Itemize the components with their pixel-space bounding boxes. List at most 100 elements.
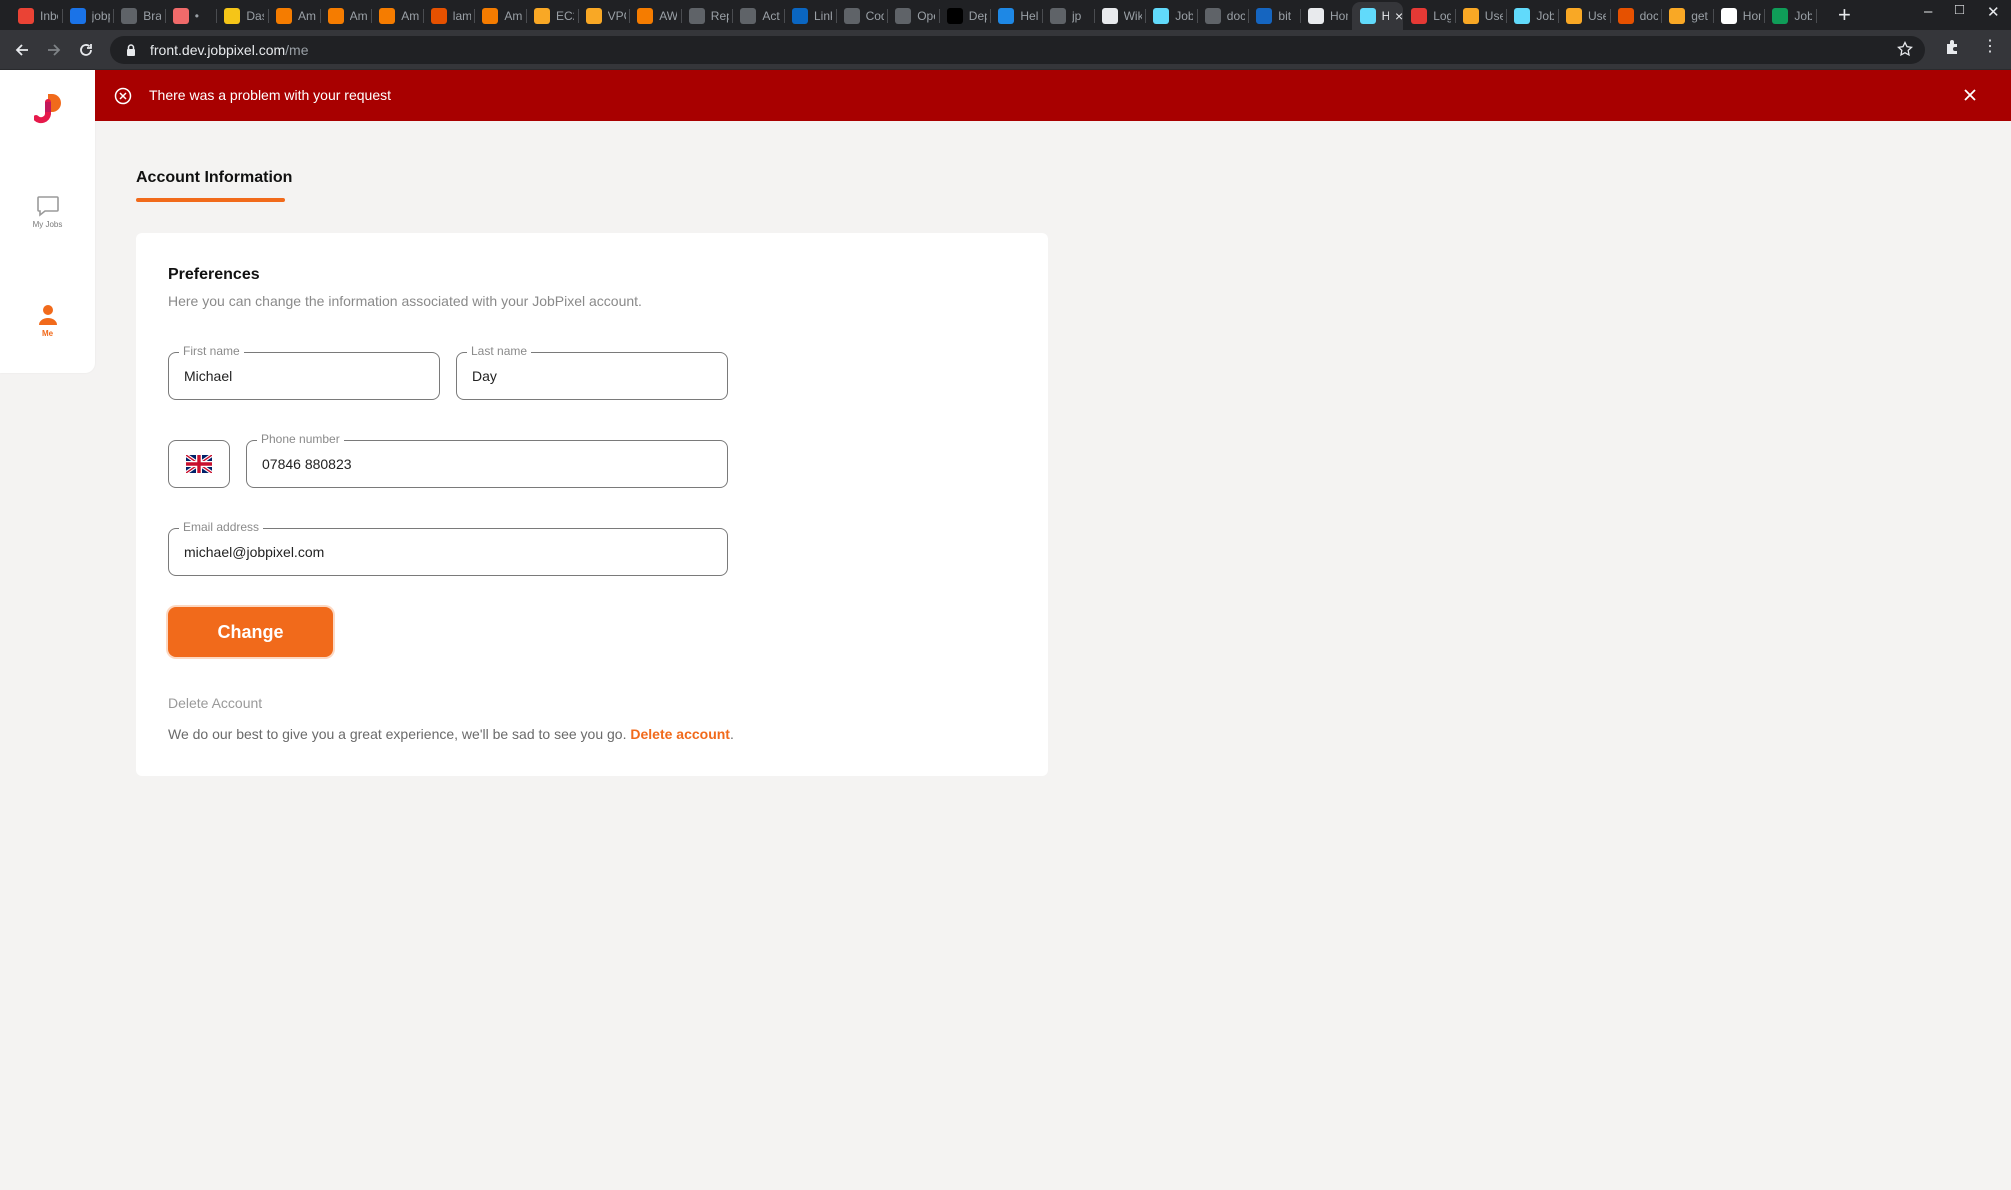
tab-favicon-icon [1514,8,1531,24]
browser-tab[interactable]: Users [1558,4,1611,28]
browser-tab[interactable]: Login [1403,4,1456,28]
browser-tab[interactable]: get [1661,4,1714,28]
tab-favicon-icon [688,8,705,24]
tab-title: Amazon [298,9,316,23]
close-window-icon[interactable]: ✕ [1987,3,2000,21]
tab-favicon-icon [69,8,86,24]
tab-title: Users [1588,9,1606,23]
browser-tab[interactable]: jobpixel [62,4,115,28]
browser-tab[interactable]: LinkedIn [784,4,837,28]
change-button[interactable]: Change [168,607,333,657]
browser-tab[interactable]: Help [990,4,1043,28]
tab-favicon-icon [534,8,550,24]
browser-tab[interactable]: Jobs [1145,4,1198,28]
tab-title: Actions [762,9,780,23]
browser-tab[interactable]: Deploy [939,4,992,28]
error-banner: There was a problem with your request [95,70,2011,121]
tab-title: Branches [143,9,162,23]
tab-favicon-icon [895,8,912,24]
phone-number-value: 07846 880823 [262,456,352,472]
tab-favicon-icon [1462,8,1479,24]
first-name-value: Michael [184,368,233,384]
email-value: michael@jobpixel.com [184,544,325,560]
browser-tab[interactable]: Amazon [268,4,321,28]
first-name-field[interactable]: First name Michael [168,344,440,400]
browser-tab[interactable]: Amazon [320,4,373,28]
tab-favicon-icon [379,8,396,24]
browser-tab[interactable]: Home [1713,4,1766,28]
address-bar[interactable]: front.dev.jobpixel.com/me [110,36,1925,64]
lock-icon [127,44,135,56]
minimize-window-icon[interactable]: – [1924,3,1932,20]
browser-tab[interactable]: jp [1042,4,1095,28]
preferences-card: Preferences Here you can change the info… [136,233,1048,776]
close-banner-icon[interactable] [1962,87,1978,103]
delete-account-link[interactable]: Delete account [630,726,730,742]
phone-number-label: Phone number [257,432,344,446]
tab-title: EC2 [556,9,574,23]
browser-tab[interactable]: EC2 [526,4,579,28]
close-tab-icon[interactable]: × [1395,8,1403,24]
sidebar-item-me[interactable]: Me [0,304,95,338]
tab-favicon-icon [224,8,241,24]
browser-tab[interactable]: Repo [681,4,734,28]
tab-account-information[interactable]: Account Information [136,169,292,187]
tab-title: LinkedIn [814,9,832,23]
bookmark-star-icon[interactable] [1897,41,1913,57]
sidebar-item-my-jobs[interactable]: My Jobs [0,195,95,229]
new-tab-button[interactable]: + [1838,2,1851,28]
tab-favicon-icon [1101,8,1118,24]
browser-tab[interactable]: Open [887,4,940,28]
browser-tab[interactable]: Inbox [10,4,63,28]
tab-title: Home [1742,9,1761,23]
browser-tab[interactable]: docs [1197,4,1250,28]
tab-title: Help [1020,9,1039,23]
browser-tab[interactable]: Code [836,4,889,28]
forward-icon[interactable] [42,38,66,62]
maximize-window-icon[interactable]: □ [1955,1,1964,18]
browser-tab[interactable]: lambda [423,4,476,28]
browser-tab[interactable]: Amazon [371,4,424,28]
browser-tab[interactable]: Branches [113,4,166,28]
tab-title: Amazon [504,9,523,23]
browser-tab[interactable]: Users [1455,4,1508,28]
sidebar-item-label: Me [41,329,54,338]
email-field[interactable]: Email address michael@jobpixel.com [168,520,728,576]
tab-favicon-icon [1617,8,1634,24]
tab-favicon-icon [843,8,860,24]
browser-tab[interactable]: Dashboard [216,4,269,28]
browser-tab[interactable]: VPC [578,4,631,28]
browser-tab[interactable]: Jobs [1506,4,1559,28]
phone-number-field[interactable]: Phone number 07846 880823 [246,432,728,488]
back-icon[interactable] [10,38,34,62]
browser-tab[interactable]: Amazon [474,4,527,28]
tab-title: Dashboard [246,9,264,23]
tab-title: docs [1226,9,1245,23]
tab-title: Jobs [1536,9,1555,23]
first-name-label: First name [179,344,244,358]
browser-menu-icon[interactable]: ⋮ [1982,38,1998,56]
browser-tab[interactable]: bit [1248,4,1301,28]
country-code-select[interactable] [168,440,230,488]
browser-tab[interactable]: Jobs [1764,4,1817,28]
reload-icon[interactable] [74,38,98,62]
browser-tab[interactable]: Home × [1351,2,1404,30]
sidebar-item-label: My Jobs [32,220,63,229]
tab-title: get [1691,9,1708,23]
browser-tab[interactable]: Actions [732,4,785,28]
tab-favicon-icon [327,8,344,24]
browser-tab[interactable]: • [165,4,218,28]
extensions-puzzle-icon[interactable] [1944,38,1962,61]
tab-title: docs [1639,9,1658,23]
tab-title: lambda [452,9,471,23]
jobpixel-logo[interactable] [34,92,62,124]
tab-favicon-icon [1050,8,1066,24]
browser-tab[interactable]: AWS [629,4,682,28]
tab-favicon-icon [637,8,654,24]
browser-tab[interactable]: Home [1300,4,1353,28]
browser-tab[interactable]: Wiki [1094,4,1147,28]
tab-title: Home [1330,9,1348,23]
tab-favicon-icon [1669,8,1686,24]
last-name-field[interactable]: Last name Day [456,344,728,400]
browser-tab[interactable]: docs [1610,4,1663,28]
